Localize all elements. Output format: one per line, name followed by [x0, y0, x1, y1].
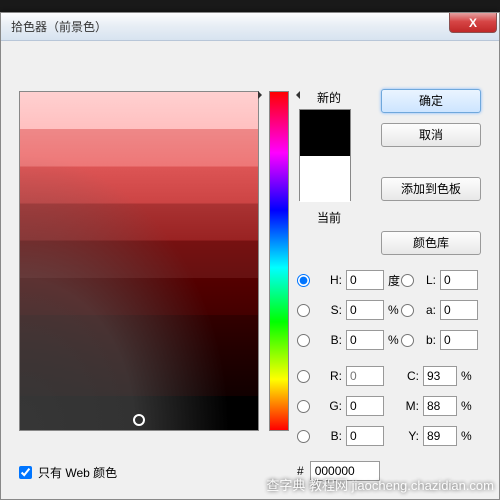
s-unit: %	[384, 303, 402, 317]
color-swatch	[299, 109, 351, 201]
b-lab-input[interactable]	[440, 330, 478, 350]
m-label: M:	[401, 399, 423, 413]
s-input[interactable]	[346, 300, 384, 320]
b-rgb-input[interactable]	[346, 426, 384, 446]
cmyk-group: C: % M: % Y: %	[401, 363, 475, 453]
a-label: a:	[416, 303, 440, 317]
b-lab-label: b:	[416, 333, 440, 347]
y-label: Y:	[401, 429, 423, 443]
ok-button[interactable]: 确定	[381, 89, 481, 113]
r-radio[interactable]	[297, 370, 310, 383]
r-input[interactable]	[346, 366, 384, 386]
window-title: 拾色器（前景色）	[5, 18, 107, 35]
titlebar[interactable]: 拾色器（前景色） X	[1, 13, 499, 41]
l-label: L:	[416, 273, 440, 287]
g-input[interactable]	[346, 396, 384, 416]
web-colors-only[interactable]: 只有 Web 颜色	[19, 464, 117, 481]
b-hsb-input[interactable]	[346, 330, 384, 350]
y-input[interactable]	[423, 426, 457, 446]
b-rgb-radio[interactable]	[297, 430, 310, 443]
h-unit: 度	[384, 272, 402, 289]
g-radio[interactable]	[297, 400, 310, 413]
color-field[interactable]	[19, 91, 259, 431]
b-hsb-radio[interactable]	[297, 334, 310, 347]
y-unit: %	[457, 429, 475, 443]
hex-label: #	[297, 464, 304, 478]
picker-marker-icon[interactable]	[133, 414, 145, 426]
b-hsb-label: B:	[312, 333, 346, 347]
new-color-preview	[300, 110, 350, 156]
cancel-button[interactable]: 取消	[381, 123, 481, 147]
color-picker-window: 拾色器（前景色） X 新的 当前 确定 取消 添加到色板 颜色库 H: 度	[0, 12, 500, 500]
current-color-label: 当前	[299, 209, 359, 226]
m-unit: %	[457, 399, 475, 413]
m-input[interactable]	[423, 396, 457, 416]
close-button[interactable]: X	[449, 13, 497, 33]
a-radio[interactable]	[401, 304, 414, 317]
a-input[interactable]	[440, 300, 478, 320]
c-label: C:	[401, 369, 423, 383]
color-library-button[interactable]: 颜色库	[381, 231, 481, 255]
b-lab-radio[interactable]	[401, 334, 414, 347]
hue-slider[interactable]	[269, 91, 289, 431]
current-color-preview[interactable]	[300, 156, 350, 202]
b-rgb-label: B:	[312, 429, 346, 443]
c-input[interactable]	[423, 366, 457, 386]
c-unit: %	[457, 369, 475, 383]
hex-input[interactable]	[310, 461, 380, 481]
l-input[interactable]	[440, 270, 478, 290]
h-input[interactable]	[346, 270, 384, 290]
new-color-label: 新的	[299, 89, 359, 106]
lab-group: L: a: b:	[401, 267, 478, 357]
r-label: R:	[312, 369, 346, 383]
hex-group: #	[297, 461, 380, 481]
b-hsb-unit: %	[384, 333, 402, 347]
close-icon: X	[469, 16, 477, 30]
dialog-body: 新的 当前 确定 取消 添加到色板 颜色库 H: 度 S: %	[1, 41, 499, 499]
hue-slider-thumb-icon[interactable]	[266, 91, 292, 99]
h-label: H:	[312, 273, 346, 287]
s-label: S:	[312, 303, 346, 317]
s-radio[interactable]	[297, 304, 310, 317]
g-label: G:	[312, 399, 346, 413]
l-radio[interactable]	[401, 274, 414, 287]
web-colors-label: 只有 Web 颜色	[38, 464, 117, 481]
add-swatch-button[interactable]: 添加到色板	[381, 177, 481, 201]
h-radio[interactable]	[297, 274, 310, 287]
web-colors-checkbox[interactable]	[19, 466, 32, 479]
